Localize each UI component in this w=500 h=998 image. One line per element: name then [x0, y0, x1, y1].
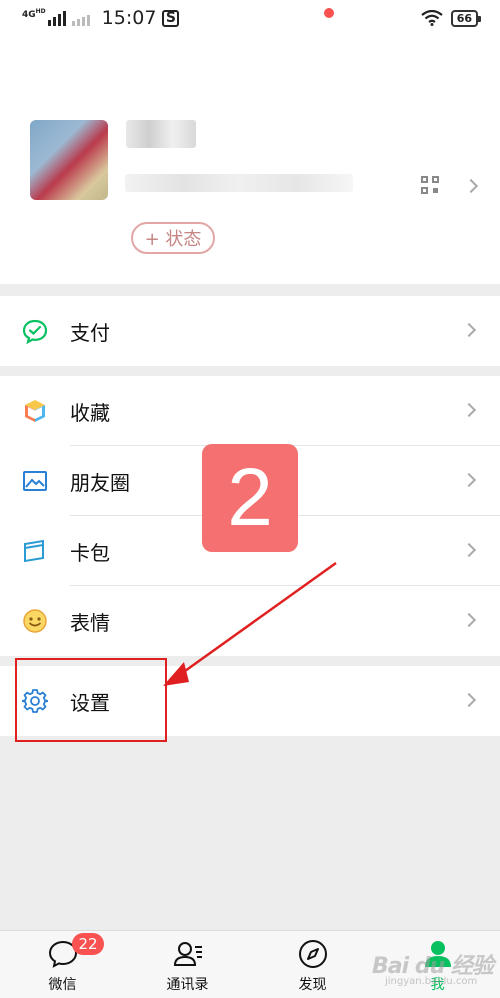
menu-item-label: 收藏 [70, 400, 110, 425]
unread-badge: 22 [72, 933, 104, 955]
menu-item-label: 支付 [70, 320, 110, 345]
profile-chevron-icon [463, 178, 479, 194]
smiley-icon [23, 609, 47, 633]
menu-item-label: 朋友圈 [70, 470, 130, 495]
menu-item-favorites[interactable]: 收藏 [0, 376, 500, 446]
menu-item-pay[interactable]: 支付 [0, 296, 500, 366]
pay-icon [22, 319, 48, 344]
tab-discover[interactable]: 发现 [250, 931, 375, 998]
network-type: 4GHD [22, 7, 46, 20]
avatar[interactable] [30, 120, 108, 200]
tab-label: 发现 [298, 977, 327, 993]
status-button-label: + 状态 [144, 229, 202, 250]
card-wallet-icon [24, 539, 44, 563]
wechat-id-blurred [125, 174, 353, 192]
chevron-right-icon [461, 322, 477, 338]
qr-code-icon[interactable] [421, 176, 439, 194]
app-notification-icon: S [162, 9, 180, 27]
nickname-blurred [126, 120, 196, 148]
signal-icon-secondary [71, 10, 90, 26]
wifi-icon [421, 10, 443, 26]
clock: 15:07 [101, 7, 157, 29]
chevron-right-icon [461, 612, 477, 628]
status-right: 66 [421, 9, 482, 27]
tab-label: 通讯录 [166, 977, 209, 993]
menu-item-label: 卡包 [70, 540, 110, 565]
settings-highlight-box [15, 658, 167, 742]
menu-item-stickers[interactable]: 表情 [0, 586, 500, 656]
tab-contacts[interactable]: 通讯录 [125, 931, 250, 998]
watermark-sub: jingyan.baidu.com [385, 976, 478, 987]
discover-notification-dot [324, 8, 334, 18]
chevron-right-icon [461, 402, 477, 418]
profile-header[interactable]: + 状态 [0, 36, 500, 284]
chevron-right-icon [461, 692, 477, 708]
tab-chats[interactable]: 微信 22 [0, 931, 125, 998]
menu-item-label: 表情 [70, 610, 110, 635]
contacts-icon [173, 942, 202, 966]
step-number-badge: 2 [202, 444, 298, 552]
signal-icon [47, 10, 66, 26]
status-bar: 4GHD 15:07 S 66 [0, 0, 500, 36]
moments-picture-icon [23, 471, 47, 491]
compass-icon [298, 940, 327, 968]
chevron-right-icon [461, 472, 477, 488]
favorites-cube-icon [25, 400, 45, 422]
tab-label: 微信 [48, 977, 77, 993]
battery-icon: 66 [450, 9, 482, 27]
menu-group-pay: 支付 [0, 296, 500, 366]
status-button[interactable]: + 状态 [131, 222, 215, 254]
chevron-right-icon [461, 542, 477, 558]
